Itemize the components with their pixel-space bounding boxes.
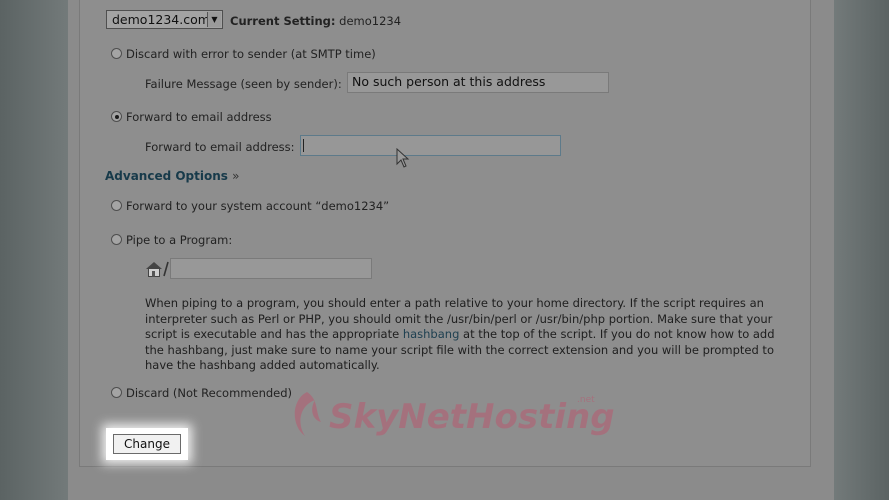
- pipe-help-text: When piping to a program, you should ent…: [145, 296, 785, 374]
- skynethosting-watermark: SkyNetHosting .net: [294, 392, 615, 437]
- right-gutter: [834, 0, 889, 500]
- failure-message-input[interactable]: No such person at this address: [347, 72, 609, 93]
- forward-system-label: Forward to your system account “demo1234…: [126, 199, 390, 213]
- domain-select[interactable]: demo1234.com ▼: [106, 10, 223, 29]
- watermark-text: SkyNetHosting: [329, 397, 615, 437]
- forward-email-radio[interactable]: [111, 111, 122, 122]
- failure-message-label: Failure Message (seen by sender):: [145, 77, 342, 91]
- raquo-icon: »: [232, 169, 240, 183]
- mouse-cursor-icon: [396, 148, 410, 168]
- text-caret: [303, 139, 304, 152]
- advanced-options-link[interactable]: Advanced Options »: [105, 169, 239, 183]
- discard-label: Discard (Not Recommended): [126, 386, 293, 400]
- hashbang-link[interactable]: hashbang: [403, 327, 460, 341]
- discard-error-radio[interactable]: [111, 48, 122, 59]
- pipe-radio[interactable]: [111, 234, 122, 245]
- current-setting-value: demo1234: [339, 14, 402, 28]
- current-setting-label: Current Setting:: [230, 14, 336, 28]
- left-gutter: [0, 0, 68, 500]
- forward-email-label: Forward to email address: [126, 110, 272, 124]
- watermark-suffix: .net: [577, 395, 595, 405]
- forward-email-field-label: Forward to email address:: [145, 140, 295, 154]
- domain-select-value: demo1234.com: [112, 12, 210, 27]
- discard-error-label: Discard with error to sender (at SMTP ti…: [126, 47, 376, 61]
- pipe-path-input[interactable]: [170, 258, 372, 279]
- current-setting: Current Setting: demo1234: [230, 14, 401, 28]
- forward-system-radio[interactable]: [111, 200, 122, 211]
- chevron-down-icon[interactable]: ▼: [207, 12, 221, 27]
- home-directory-icon: [146, 261, 169, 277]
- pipe-label: Pipe to a Program:: [126, 233, 233, 247]
- forward-email-input[interactable]: [300, 135, 561, 156]
- advanced-options-label: Advanced Options: [105, 169, 228, 183]
- change-button[interactable]: Change: [113, 434, 181, 454]
- discard-radio[interactable]: [111, 387, 122, 398]
